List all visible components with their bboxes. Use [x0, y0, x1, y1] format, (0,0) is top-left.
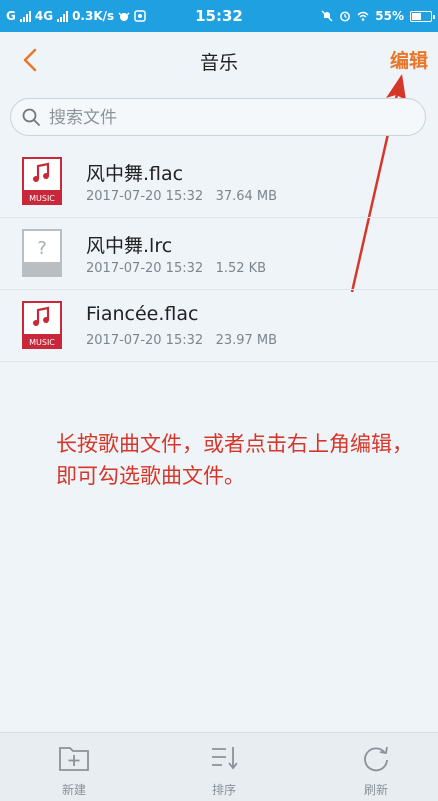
- file-list: MUSIC 风中舞.flac 2017-07-20 15:32 37.64 MB…: [0, 146, 438, 362]
- file-meta: 2017-07-20 15:32 1.52 KB: [86, 261, 266, 276]
- file-size: 23.97 MB: [215, 333, 278, 348]
- mute-bell-icon: [321, 10, 333, 22]
- file-date: 2017-07-20 15:32: [86, 261, 204, 276]
- music-file-icon: MUSIC: [22, 157, 62, 205]
- file-name: 风中舞.flac: [86, 163, 184, 185]
- sort-label: 排序: [211, 783, 236, 797]
- sort-button[interactable]: 排序: [184, 743, 264, 798]
- status-bar: G 4G 0.3K/s 15:32 55%: [0, 0, 438, 32]
- file-meta: 2017-07-20 15:32 23.97 MB: [86, 333, 277, 348]
- file-name: 风中舞.lrc: [86, 235, 173, 257]
- new-button[interactable]: 新建: [34, 743, 114, 798]
- file-name: Fiancée.flac: [86, 303, 199, 325]
- file-meta: 2017-07-20 15:32 37.64 MB: [86, 189, 277, 204]
- wifi-icon: [357, 11, 369, 21]
- file-size: 37.64 MB: [215, 189, 278, 204]
- file-date: 2017-07-20 15:32: [86, 189, 204, 204]
- status-right-group: 55%: [321, 9, 435, 23]
- file-item[interactable]: ? 风中舞.lrc 2017-07-20 15:32 1.52 KB: [0, 218, 438, 290]
- battery-fill: [412, 12, 422, 20]
- battery-percent: 55%: [375, 9, 404, 23]
- alarm-icon: [340, 11, 351, 22]
- sort-icon: [212, 747, 238, 770]
- search-bar[interactable]: [10, 98, 426, 136]
- instruction-annotation: 长按歌曲文件，或者点击右上角编辑，即可勾选歌曲文件。: [56, 432, 413, 488]
- refresh-label: 刷新: [363, 783, 388, 797]
- music-file-icon: MUSIC: [22, 301, 62, 349]
- file-size: 1.52 KB: [215, 261, 267, 276]
- search-input[interactable]: [47, 105, 411, 131]
- refresh-button[interactable]: 刷新: [336, 743, 416, 798]
- unknown-icon-label: ?: [37, 238, 47, 259]
- unknown-file-icon: ?: [22, 229, 62, 277]
- new-folder-icon: [59, 747, 89, 771]
- refresh-icon: [364, 746, 388, 772]
- music-icon-label: MUSIC: [29, 338, 55, 347]
- bottom-toolbar: 新建 排序 刷新: [0, 732, 438, 801]
- new-label: 新建: [61, 783, 86, 797]
- battery-icon: [410, 10, 435, 22]
- file-item[interactable]: MUSIC 风中舞.flac 2017-07-20 15:32 37.64 MB: [0, 146, 438, 218]
- search-icon: [22, 108, 40, 126]
- music-icon-label: MUSIC: [29, 194, 55, 203]
- file-item[interactable]: MUSIC Fiancée.flac 2017-07-20 15:32 23.9…: [0, 290, 438, 362]
- file-date: 2017-07-20 15:32: [86, 333, 204, 348]
